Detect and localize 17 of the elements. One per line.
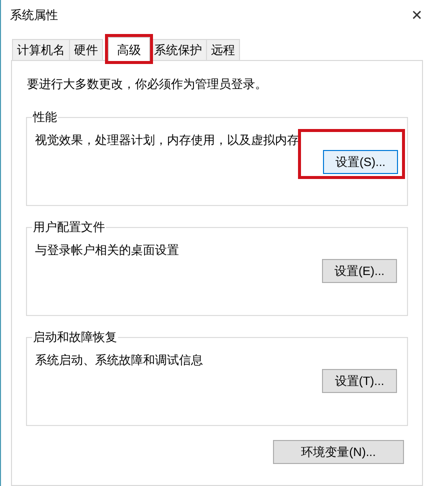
group-description: 视觉效果，处理器计划，内存使用，以及虚拟内存: [35, 132, 300, 149]
environment-variables-button[interactable]: 环境变量(N)...: [273, 440, 404, 464]
tab[interactable]: 高级: [108, 37, 150, 61]
admin-notice: 要进行大多数更改，你必须作为管理员登录。: [27, 76, 268, 93]
group-title: 用户配置文件: [32, 219, 106, 236]
group-title: 启动和故障恢复: [32, 329, 118, 346]
tab[interactable]: 远程: [206, 39, 240, 60]
settings-button[interactable]: 设置(T)...: [322, 369, 397, 393]
close-button[interactable]: ✕: [411, 4, 423, 26]
group-description: 系统启动、系统故障和调试信息: [35, 352, 204, 369]
settings-button[interactable]: 设置(S)...: [323, 150, 398, 174]
window-title: 系统属性: [10, 7, 58, 24]
group-title: 性能: [32, 109, 58, 126]
settings-button[interactable]: 设置(E)...: [322, 259, 397, 283]
group-description: 与登录帐户相关的桌面设置: [35, 242, 180, 259]
tab[interactable]: 硬件: [69, 39, 103, 60]
tab[interactable]: 计算机名: [12, 39, 70, 60]
